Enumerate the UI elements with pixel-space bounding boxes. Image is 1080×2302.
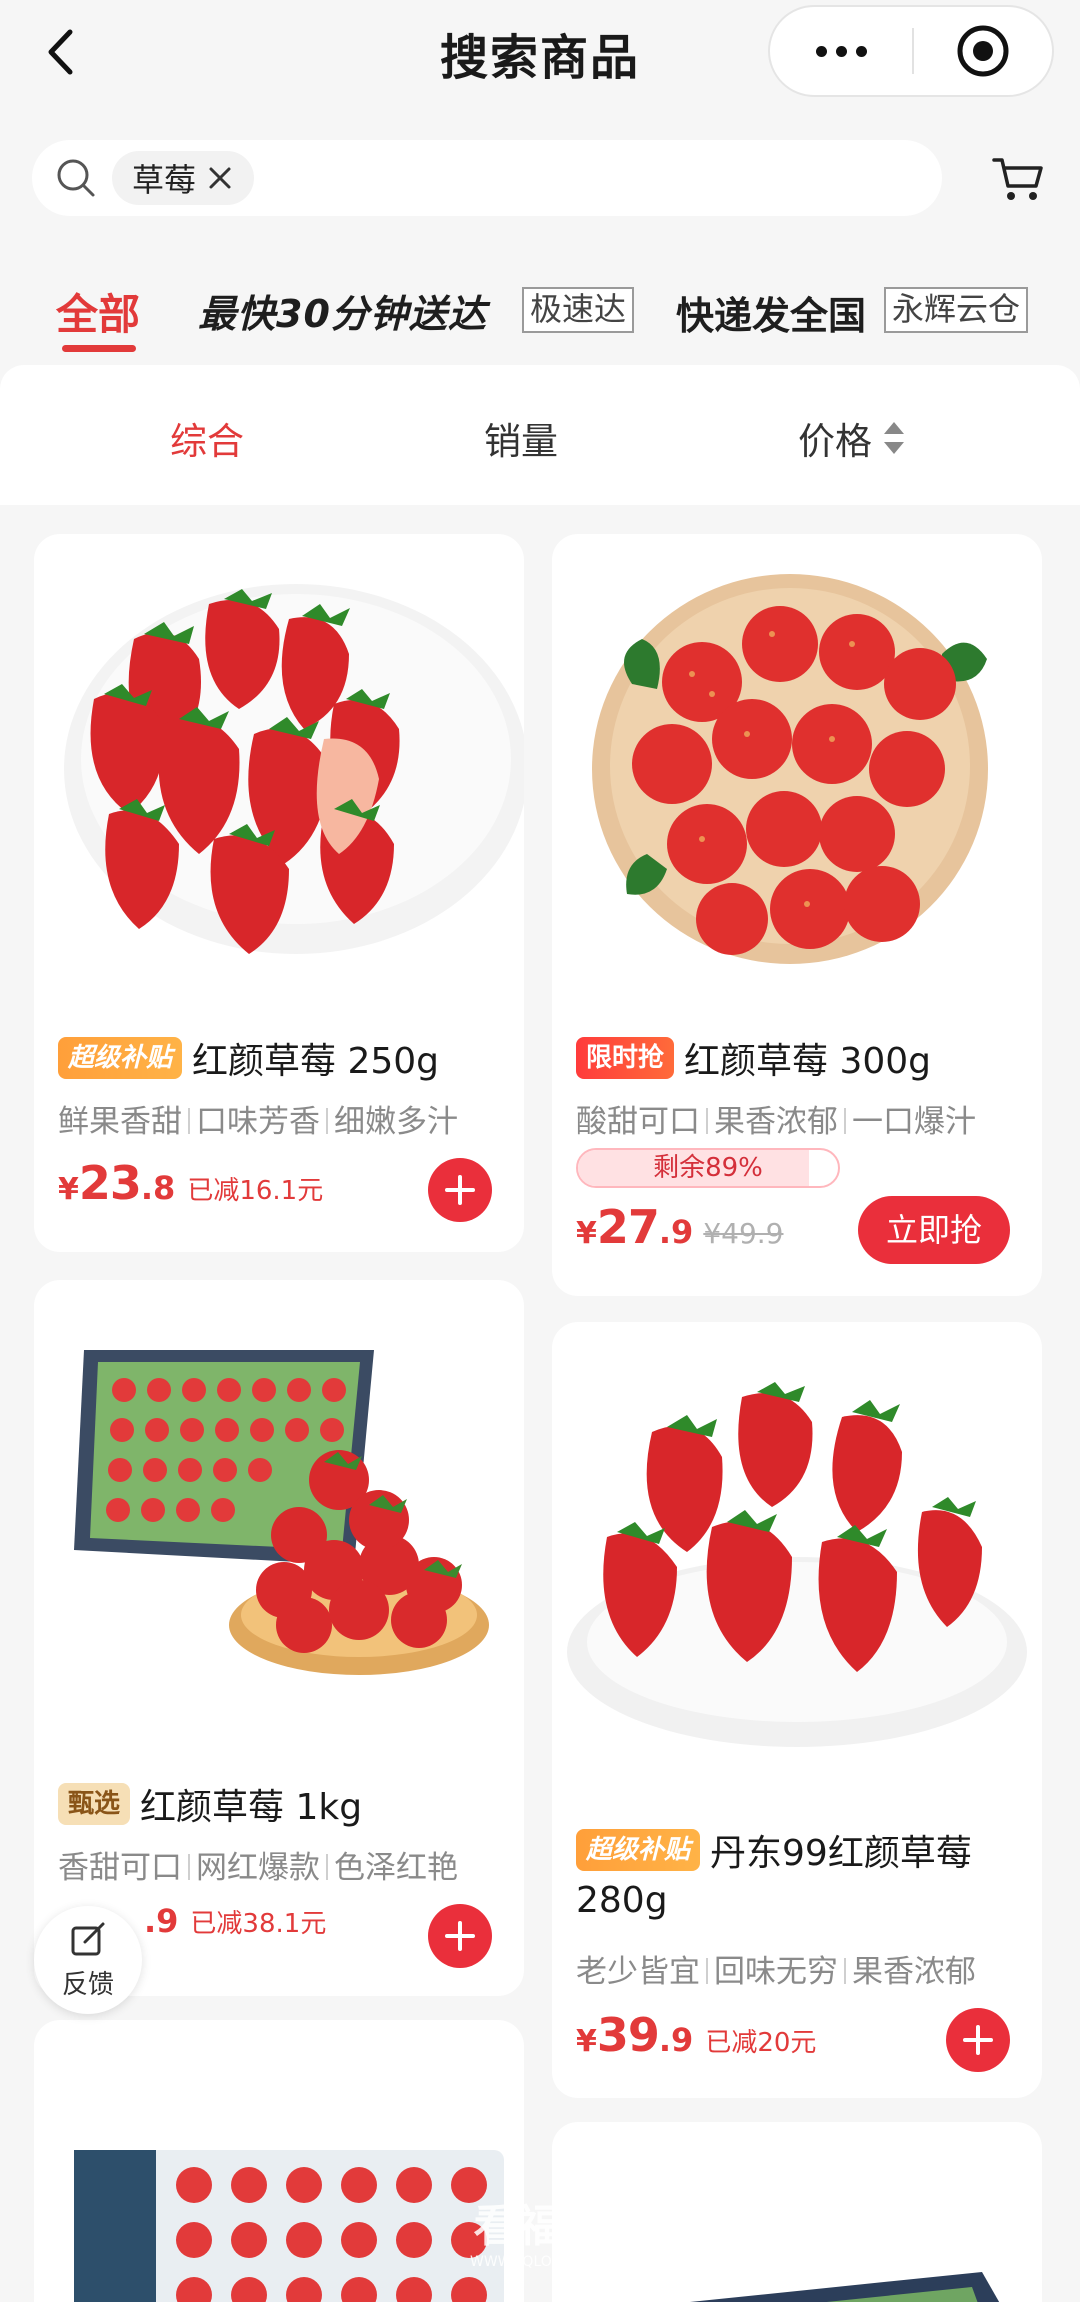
sort-updown-icon [884, 422, 904, 454]
currency-symbol: ¥ [576, 1216, 597, 1251]
search-keyword-chip[interactable]: 草莓 [112, 151, 255, 205]
product-card[interactable]: 超级补贴 丹东99红颜草莓 280g 老少皆宜 回味无穷 果香浓郁 ¥ 39 .9 … [552, 1322, 1042, 2098]
super-subsidy-badge: 超级补贴 [576, 1829, 701, 1871]
active-tab-indicator [62, 345, 136, 352]
product-features: 鲜果香甜 口味芳香 细嫩多汁 [58, 1104, 458, 1140]
product-image [74, 1350, 489, 1675]
watermark: 看福清 WWW.FQLOOK.COM [470, 2190, 609, 2270]
selected-badge: 甄选 [58, 1783, 131, 1825]
feedback-label: 反馈 [61, 1969, 114, 2000]
sort-comprehensive[interactable]: 综合 [170, 411, 244, 465]
saved-amount: 已减38.1元 [190, 1909, 327, 1939]
search-icon [57, 159, 95, 197]
edit-feedback-icon [71, 1922, 105, 1955]
product-features: 香甜可口 网红爆款 色泽红艳 [58, 1850, 458, 1886]
tab-fast-delivery[interactable]: 最快30分钟送达 [198, 283, 487, 338]
currency-symbol: ¥ [576, 2024, 597, 2059]
add-to-cart-button[interactable] [946, 2008, 1010, 2072]
cart-icon[interactable] [990, 150, 1046, 206]
price-decimal: .9 [144, 1902, 179, 1940]
top-bar: 搜索商品 [0, 0, 1080, 120]
product-title-line1: 丹东99红颜草莓 [710, 1833, 972, 1874]
price-integer: 23 [78, 1156, 142, 1210]
sort-price[interactable]: 价格 [798, 411, 906, 465]
add-to-cart-button[interactable] [428, 1158, 492, 1222]
sort-sales[interactable]: 销量 [484, 411, 558, 465]
saved-amount: 已减16.1元 [187, 1176, 324, 1206]
search-keyword: 草莓 [132, 161, 197, 199]
product-title-row: 超级补贴 红颜草莓 250g [58, 1032, 439, 1084]
product-image [567, 1382, 1027, 1747]
original-price: ¥49.9 [703, 1217, 784, 1250]
sort-bar: 综合 销量 价格 [0, 365, 1080, 505]
search-bar[interactable]: 草莓 [32, 140, 942, 216]
product-image [74, 2150, 504, 2302]
target-close-icon [957, 25, 1009, 77]
more-button[interactable] [770, 7, 912, 95]
close-miniprogram-button[interactable] [914, 7, 1052, 95]
channel-tabs: 全部 最快30分钟送达 极速达 快递发全国 永辉云仓 [0, 265, 1080, 355]
product-title-row: 甄选 红颜草莓 1kg [58, 1778, 362, 1830]
product-card[interactable]: 限时抢 红颜草莓 300g 酸甜可口 果香浓郁 一口爆汁 剩余89% ¥ 27 .9… [552, 534, 1042, 1296]
price-integer: 27 [596, 1200, 660, 1254]
saved-amount: 已减20元 [705, 2028, 817, 2058]
product-card[interactable] [34, 2020, 524, 2302]
clear-keyword-icon[interactable] [206, 164, 234, 192]
tab-all[interactable]: 全部 [56, 281, 140, 342]
tab-nationwide[interactable]: 快递发全国 [676, 285, 866, 340]
nationwide-tag: 永辉云仓 [884, 287, 1029, 333]
price-row: ¥ 39 .9 已减20元 [576, 2008, 816, 2062]
product-image [592, 574, 988, 964]
more-dots-icon [815, 45, 827, 57]
sort-price-label: 价格 [798, 420, 872, 463]
watermark-title: 看福清 [473, 2201, 606, 2252]
price-row: ¥ 27 .9 ¥49.9 [576, 1200, 783, 1254]
watermark-url: WWW.FQLOOK.COM [470, 2254, 610, 2270]
product-card[interactable]: 甄选 红颜草莓 1kg 香甜可口 网红爆款 色泽红艳 .9 已减38.1元 [34, 1280, 524, 1996]
price-integer: 39 [596, 2008, 660, 2062]
limited-time-badge: 限时抢 [576, 1037, 675, 1079]
price-decimal: .9 [658, 2021, 694, 2059]
stock-remaining-bar: 剩余89% [576, 1148, 840, 1188]
price-row: .9 已减38.1元 [144, 1902, 326, 1940]
product-title-line2: 280g [576, 1880, 668, 1921]
product-card[interactable]: 超级补贴 红颜草莓 250g 鲜果香甜 口味芳香 细嫩多汁 ¥ 23 .8 已减16… [34, 534, 524, 1252]
product-image [689, 2272, 1000, 2302]
product-features: 酸甜可口 果香浓郁 一口爆汁 [576, 1104, 976, 1140]
product-title: 红颜草莓 300g [684, 1041, 932, 1082]
product-image [64, 584, 524, 954]
product-title: 红颜草莓 1kg [140, 1787, 363, 1828]
product-features: 老少皆宜 回味无穷 果香浓郁 [576, 1954, 976, 1990]
product-title-row: 超级补贴 丹东99红颜草莓 [576, 1824, 972, 1876]
price-decimal: .8 [140, 1169, 176, 1207]
fast-delivery-tag: 极速达 [522, 287, 635, 333]
mini-program-capsule [768, 5, 1054, 97]
price-decimal: .9 [658, 1213, 694, 1251]
product-card[interactable] [552, 2122, 1042, 2302]
price-row: ¥ 23 .8 已减16.1元 [58, 1156, 323, 1210]
buy-now-button[interactable]: 立即抢 [858, 1196, 1010, 1264]
product-title-row: 限时抢 红颜草莓 300g [576, 1032, 931, 1084]
currency-symbol: ¥ [58, 1172, 79, 1207]
stock-remaining-text: 剩余89% [653, 1153, 763, 1183]
add-to-cart-button[interactable] [428, 1904, 492, 1968]
product-title: 红颜草莓 250g [192, 1041, 440, 1082]
feedback-button[interactable]: 反馈 [34, 1906, 142, 2014]
super-subsidy-badge: 超级补贴 [58, 1037, 183, 1079]
